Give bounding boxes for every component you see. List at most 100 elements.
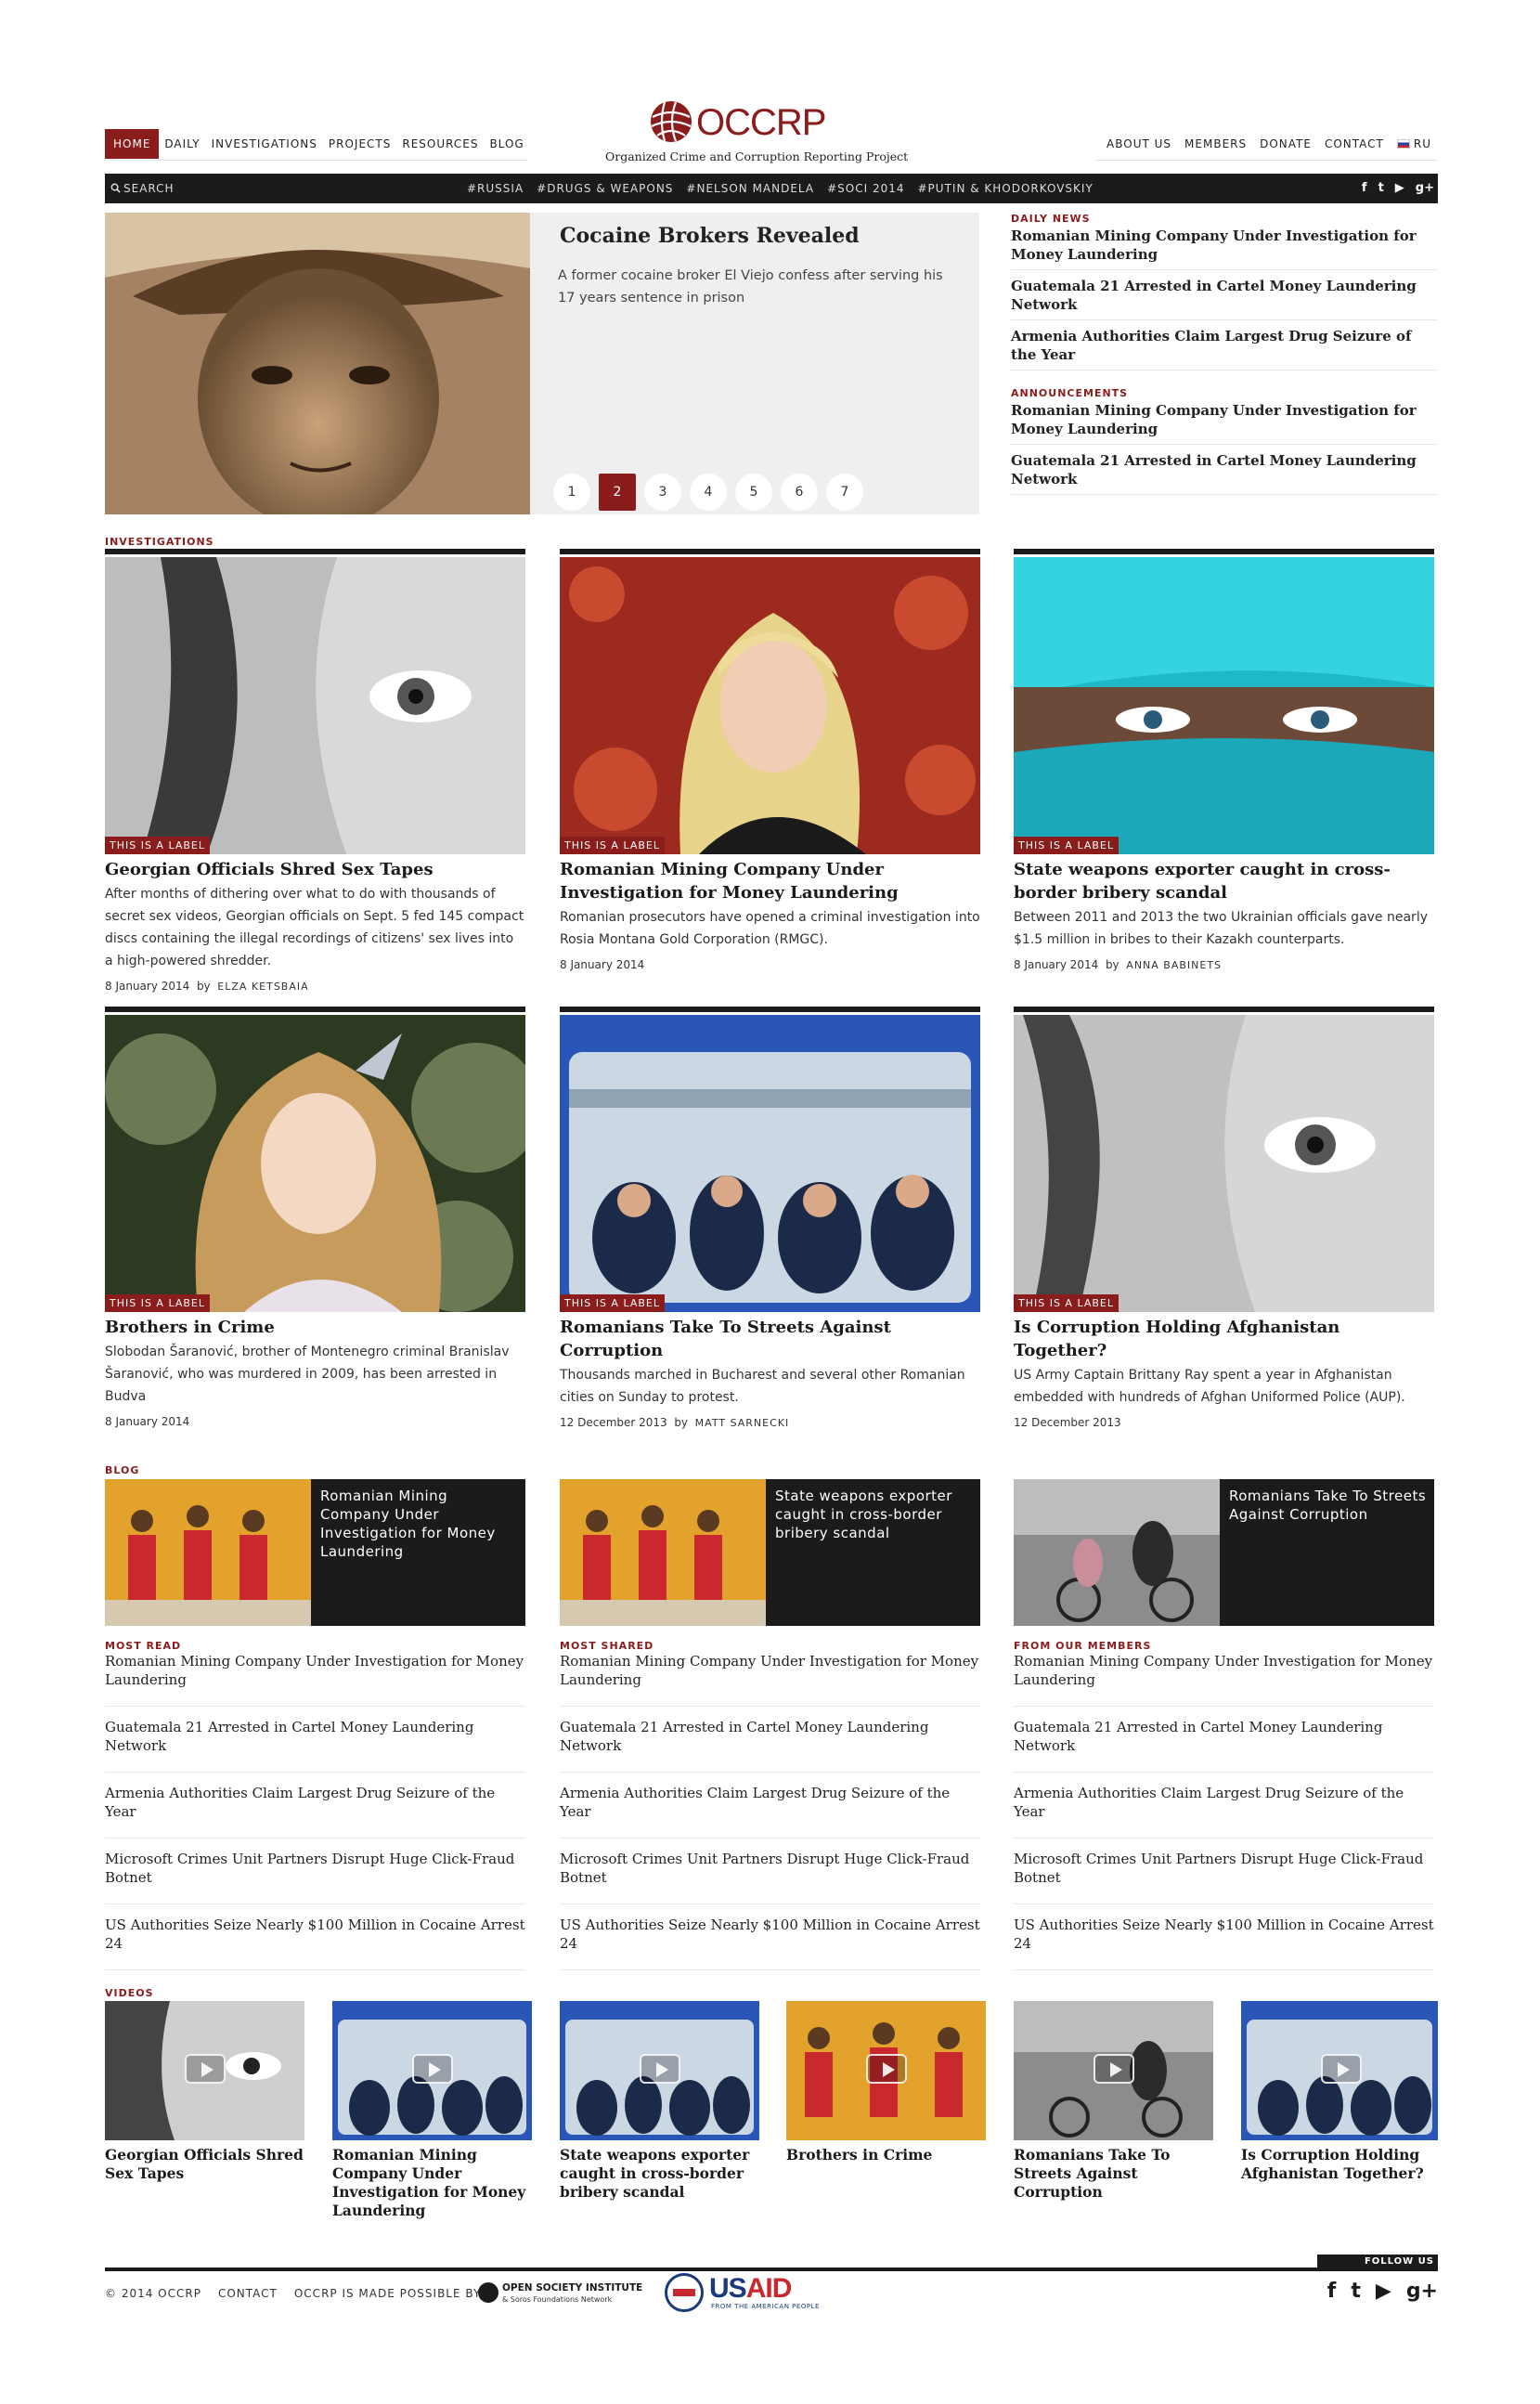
pager-3[interactable]: 3 [644,474,681,511]
play-icon[interactable] [185,2054,226,2084]
list-item[interactable]: Microsoft Crimes Unit Partners Disrupt H… [1014,1850,1434,1904]
pager-2[interactable]: 2 [599,474,636,511]
tag-putin-khodorkovskiy[interactable]: #PUTIN & KHODORKOVSKIY [918,174,1094,203]
list-item[interactable]: Romanian Mining Company Under Investigat… [1014,1652,1434,1707]
play-icon[interactable] [412,2054,453,2084]
video-title[interactable]: Romanian Mining Company Under Investigat… [332,2146,532,2220]
pager-7[interactable]: 7 [826,474,863,511]
list-item[interactable]: Romanian Mining Company Under Investigat… [560,1652,980,1707]
article-image[interactable]: THIS IS A LABEL [1014,1015,1434,1312]
daily-news-item[interactable]: Guatemala 21 Arrested in Cartel Money La… [1011,275,1438,320]
article-label-badge[interactable]: THIS IS A LABEL [1014,837,1119,854]
article-label-badge[interactable]: THIS IS A LABEL [560,1294,665,1312]
list-item[interactable]: Microsoft Crimes Unit Partners Disrupt H… [560,1850,980,1904]
video-title[interactable]: Brothers in Crime [786,2146,986,2164]
article-title[interactable]: Is Corruption Holding Afghanistan Togeth… [1014,1316,1434,1362]
article-label-badge[interactable]: THIS IS A LABEL [560,837,665,854]
blog-post[interactable]: State weapons exporter caught in cross-b… [560,1479,980,1626]
open-society-logo[interactable]: OPEN SOCIETY INSTITUTE & Soros Foundatio… [478,2281,645,2308]
nav-investigations[interactable]: INVESTIGATIONS [206,129,323,159]
article-title[interactable]: Brothers in Crime [105,1316,525,1339]
hero-title[interactable]: Cocaine Brokers Revealed [560,224,860,248]
pager-1[interactable]: 1 [553,474,590,511]
article-title[interactable]: Georgian Officials Shred Sex Tapes [105,858,525,881]
list-item[interactable]: Guatemala 21 Arrested in Cartel Money La… [560,1718,980,1773]
daily-news-item[interactable]: Romanian Mining Company Under Investigat… [1011,225,1438,270]
article-title[interactable]: Romanian Mining Company Under Investigat… [560,858,980,904]
pager-5[interactable]: 5 [735,474,772,511]
twitter-icon[interactable]: t [1378,174,1384,203]
article-title[interactable]: State weapons exporter caught in cross-b… [1014,858,1434,904]
article-author[interactable]: ANNA BABINETS [1126,959,1222,971]
article-label-badge[interactable]: THIS IS A LABEL [105,837,210,854]
youtube-icon[interactable]: ▶ [1395,174,1404,203]
article-image[interactable]: THIS IS A LABEL [560,557,980,854]
tag-nelson-mandela[interactable]: #NELSON MANDELA [686,174,814,203]
tag-russia[interactable]: #RUSSIA [467,174,524,203]
video-title[interactable]: State weapons exporter caught in cross-b… [560,2146,759,2202]
nav-daily[interactable]: DAILY [159,129,205,159]
nav-home[interactable]: HOME [105,129,160,159]
daily-news-item[interactable]: Armenia Authorities Claim Largest Drug S… [1011,325,1438,370]
article-label-badge[interactable]: THIS IS A LABEL [1014,1294,1119,1312]
nav-projects[interactable]: PROJECTS [323,129,396,159]
video-thumbnail[interactable] [105,2001,304,2140]
list-item[interactable]: Microsoft Crimes Unit Partners Disrupt H… [105,1850,525,1904]
video-thumbnail[interactable] [1241,2001,1441,2140]
video-thumbnail[interactable] [1014,2001,1213,2140]
video-thumbnail[interactable] [332,2001,532,2140]
article-image[interactable]: THIS IS A LABEL [105,1015,525,1312]
nav-about-us[interactable]: ABOUT US [1100,129,1178,159]
nav-blog[interactable]: BLOG [484,129,529,159]
list-item[interactable]: Guatemala 21 Arrested in Cartel Money La… [105,1718,525,1773]
tag-soci-2014[interactable]: #SOCI 2014 [827,174,904,203]
article-image[interactable]: THIS IS A LABEL [1014,557,1434,854]
play-icon[interactable] [866,2054,907,2084]
blog-post[interactable]: Romanian Mining Company Under Investigat… [105,1479,525,1626]
blog-post[interactable]: Romanians Take To Streets Against Corrup… [1014,1479,1434,1626]
announcement-item[interactable]: Romanian Mining Company Under Investigat… [1011,399,1438,445]
video-thumbnail[interactable] [560,2001,759,2140]
footer-contact-link[interactable]: CONTACT [218,2282,278,2305]
twitter-icon[interactable]: t [1351,2280,1361,2303]
article-image[interactable]: THIS IS A LABEL [105,557,525,854]
video-title[interactable]: Georgian Officials Shred Sex Tapes [105,2146,304,2183]
list-item[interactable]: US Authorities Seize Nearly $100 Million… [105,1916,525,1970]
search-button[interactable]: SEARCH [110,174,175,203]
tag-drugs-weapons[interactable]: #DRUGS & WEAPONS [537,174,673,203]
occrp-logo[interactable]: OCCRP Organized Crime and Corruption Rep… [603,97,938,171]
article-author[interactable]: MATT SARNECKI [695,1417,790,1429]
play-icon[interactable] [1094,2054,1134,2084]
announcement-item[interactable]: Guatemala 21 Arrested in Cartel Money La… [1011,449,1438,495]
nav-members[interactable]: MEMBERS [1178,129,1253,159]
google-plus-icon[interactable]: g+ [1416,174,1434,203]
nav-donate[interactable]: DONATE [1253,129,1318,159]
video-title[interactable]: Is Corruption Holding Afghanistan Togeth… [1241,2146,1441,2183]
play-icon[interactable] [1321,2054,1362,2084]
article-title[interactable]: Romanians Take To Streets Against Corrup… [560,1316,980,1362]
video-title[interactable]: Romanians Take To Streets Against Corrup… [1014,2146,1213,2202]
pager-6[interactable]: 6 [781,474,818,511]
list-item[interactable]: Guatemala 21 Arrested in Cartel Money La… [1014,1718,1434,1773]
usaid-logo[interactable]: USAID FROM THE AMERICAN PEOPLE [665,2271,819,2314]
facebook-icon[interactable]: f [1327,2280,1337,2303]
nav-language-ru[interactable]: RU [1391,129,1438,159]
youtube-icon[interactable]: ▶ [1376,2280,1391,2303]
list-item[interactable]: Romanian Mining Company Under Investigat… [105,1652,525,1707]
nav-contact[interactable]: CONTACT [1318,129,1391,159]
list-item[interactable]: US Authorities Seize Nearly $100 Million… [560,1916,980,1970]
nav-resources[interactable]: RESOURCES [396,129,484,159]
video-thumbnail[interactable] [786,2001,986,2140]
list-item[interactable]: Armenia Authorities Claim Largest Drug S… [105,1784,525,1839]
hero-image[interactable] [105,213,530,514]
article-author[interactable]: ELZA KETSBAIA [217,981,308,993]
google-plus-icon[interactable]: g+ [1406,2280,1438,2303]
article-image[interactable]: THIS IS A LABEL [560,1015,980,1312]
list-item[interactable]: Armenia Authorities Claim Largest Drug S… [1014,1784,1434,1839]
pager-4[interactable]: 4 [690,474,727,511]
play-icon[interactable] [640,2054,680,2084]
article-label-badge[interactable]: THIS IS A LABEL [105,1294,210,1312]
list-item[interactable]: Armenia Authorities Claim Largest Drug S… [560,1784,980,1839]
list-item[interactable]: US Authorities Seize Nearly $100 Million… [1014,1916,1434,1970]
facebook-icon[interactable]: f [1362,174,1367,203]
